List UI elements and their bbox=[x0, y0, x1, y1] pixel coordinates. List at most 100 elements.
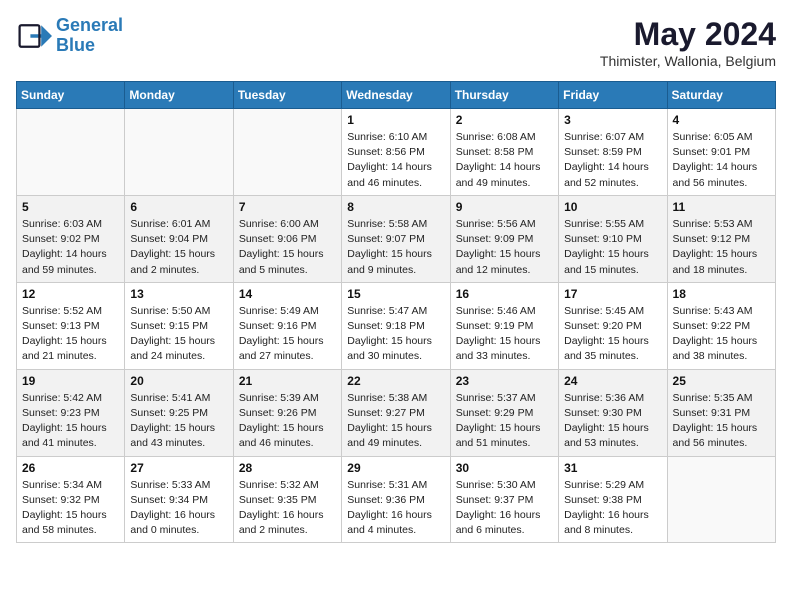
calendar-cell: 24 Sunrise: 5:36 AM Sunset: 9:30 PM Dayli… bbox=[559, 369, 667, 456]
day-number: 22 bbox=[347, 374, 444, 388]
logo-general: General bbox=[56, 15, 123, 35]
day-info: Sunrise: 6:07 AM Sunset: 8:59 PM Dayligh… bbox=[564, 130, 661, 191]
day-info: Sunrise: 5:47 AM Sunset: 9:18 PM Dayligh… bbox=[347, 304, 444, 365]
calendar-cell bbox=[233, 109, 341, 196]
calendar-cell: 29 Sunrise: 5:31 AM Sunset: 9:36 PM Dayli… bbox=[342, 456, 450, 543]
calendar-cell: 9 Sunrise: 5:56 AM Sunset: 9:09 PM Daylig… bbox=[450, 195, 558, 282]
day-info: Sunrise: 6:00 AM Sunset: 9:06 PM Dayligh… bbox=[239, 217, 336, 278]
day-number: 19 bbox=[22, 374, 119, 388]
weekday-header-saturday: Saturday bbox=[667, 82, 775, 109]
day-info: Sunrise: 5:45 AM Sunset: 9:20 PM Dayligh… bbox=[564, 304, 661, 365]
calendar-cell: 11Sunrise: 5:53 AM Sunset: 9:12 PM Dayli… bbox=[667, 195, 775, 282]
calendar-cell: 27 Sunrise: 5:33 AM Sunset: 9:34 PM Dayli… bbox=[125, 456, 233, 543]
calendar-week-row: 19 Sunrise: 5:42 AM Sunset: 9:23 PM Dayli… bbox=[17, 369, 776, 456]
day-number: 3 bbox=[564, 113, 661, 127]
calendar-cell: 17 Sunrise: 5:45 AM Sunset: 9:20 PM Dayli… bbox=[559, 282, 667, 369]
day-number: 15 bbox=[347, 287, 444, 301]
day-number: 30 bbox=[456, 461, 553, 475]
day-number: 29 bbox=[347, 461, 444, 475]
day-number: 9 bbox=[456, 200, 553, 214]
calendar-cell: 6 Sunrise: 6:01 AM Sunset: 9:04 PM Daylig… bbox=[125, 195, 233, 282]
day-number: 12 bbox=[22, 287, 119, 301]
day-number: 1 bbox=[347, 113, 444, 127]
day-number: 5 bbox=[22, 200, 119, 214]
month-year: May 2024 bbox=[600, 16, 776, 53]
day-info: Sunrise: 5:36 AM Sunset: 9:30 PM Dayligh… bbox=[564, 391, 661, 452]
day-info: Sunrise: 6:05 AM Sunset: 9:01 PM Dayligh… bbox=[673, 130, 770, 191]
calendar-cell: 2Sunrise: 6:08 AM Sunset: 8:58 PM Daylig… bbox=[450, 109, 558, 196]
page-header: General Blue May 2024 Thimister, Walloni… bbox=[16, 16, 776, 69]
day-number: 24 bbox=[564, 374, 661, 388]
day-number: 21 bbox=[239, 374, 336, 388]
weekday-header-wednesday: Wednesday bbox=[342, 82, 450, 109]
day-info: Sunrise: 5:39 AM Sunset: 9:26 PM Dayligh… bbox=[239, 391, 336, 452]
logo: General Blue bbox=[16, 16, 123, 56]
calendar-table: SundayMondayTuesdayWednesdayThursdayFrid… bbox=[16, 81, 776, 543]
day-number: 26 bbox=[22, 461, 119, 475]
logo-blue: Blue bbox=[56, 35, 95, 55]
day-number: 10 bbox=[564, 200, 661, 214]
calendar-cell: 21 Sunrise: 5:39 AM Sunset: 9:26 PM Dayli… bbox=[233, 369, 341, 456]
day-info: Sunrise: 5:29 AM Sunset: 9:38 PM Dayligh… bbox=[564, 478, 661, 539]
calendar-cell: 8Sunrise: 5:58 AM Sunset: 9:07 PM Daylig… bbox=[342, 195, 450, 282]
calendar-cell: 14 Sunrise: 5:49 AM Sunset: 9:16 PM Dayli… bbox=[233, 282, 341, 369]
calendar-cell: 7 Sunrise: 6:00 AM Sunset: 9:06 PM Daylig… bbox=[233, 195, 341, 282]
day-info: Sunrise: 6:10 AM Sunset: 8:56 PM Dayligh… bbox=[347, 130, 444, 191]
calendar-week-row: 12 Sunrise: 5:52 AM Sunset: 9:13 PM Dayli… bbox=[17, 282, 776, 369]
day-number: 8 bbox=[347, 200, 444, 214]
day-info: Sunrise: 6:01 AM Sunset: 9:04 PM Dayligh… bbox=[130, 217, 227, 278]
day-info: Sunrise: 5:49 AM Sunset: 9:16 PM Dayligh… bbox=[239, 304, 336, 365]
day-info: Sunrise: 5:33 AM Sunset: 9:34 PM Dayligh… bbox=[130, 478, 227, 539]
calendar-cell: 18Sunrise: 5:43 AM Sunset: 9:22 PM Dayli… bbox=[667, 282, 775, 369]
calendar-cell: 3 Sunrise: 6:07 AM Sunset: 8:59 PM Daylig… bbox=[559, 109, 667, 196]
day-info: Sunrise: 5:41 AM Sunset: 9:25 PM Dayligh… bbox=[130, 391, 227, 452]
day-info: Sunrise: 5:52 AM Sunset: 9:13 PM Dayligh… bbox=[22, 304, 119, 365]
day-info: Sunrise: 5:35 AM Sunset: 9:31 PM Dayligh… bbox=[673, 391, 770, 452]
calendar-cell: 16 Sunrise: 5:46 AM Sunset: 9:19 PM Dayli… bbox=[450, 282, 558, 369]
calendar-cell: 28 Sunrise: 5:32 AM Sunset: 9:35 PM Dayli… bbox=[233, 456, 341, 543]
day-number: 31 bbox=[564, 461, 661, 475]
weekday-header-tuesday: Tuesday bbox=[233, 82, 341, 109]
location: Thimister, Wallonia, Belgium bbox=[600, 53, 776, 69]
calendar-cell: 1 Sunrise: 6:10 AM Sunset: 8:56 PM Daylig… bbox=[342, 109, 450, 196]
calendar-cell: 22 Sunrise: 5:38 AM Sunset: 9:27 PM Dayli… bbox=[342, 369, 450, 456]
day-info: Sunrise: 5:32 AM Sunset: 9:35 PM Dayligh… bbox=[239, 478, 336, 539]
weekday-header-friday: Friday bbox=[559, 82, 667, 109]
day-number: 25 bbox=[673, 374, 770, 388]
calendar-cell bbox=[17, 109, 125, 196]
day-number: 16 bbox=[456, 287, 553, 301]
calendar-cell bbox=[667, 456, 775, 543]
day-info: Sunrise: 5:38 AM Sunset: 9:27 PM Dayligh… bbox=[347, 391, 444, 452]
logo-icon bbox=[16, 18, 52, 54]
calendar-cell: 4Sunrise: 6:05 AM Sunset: 9:01 PM Daylig… bbox=[667, 109, 775, 196]
day-number: 17 bbox=[564, 287, 661, 301]
day-info: Sunrise: 6:03 AM Sunset: 9:02 PM Dayligh… bbox=[22, 217, 119, 278]
day-number: 11 bbox=[673, 200, 770, 214]
calendar-week-row: 1 Sunrise: 6:10 AM Sunset: 8:56 PM Daylig… bbox=[17, 109, 776, 196]
day-info: Sunrise: 5:30 AM Sunset: 9:37 PM Dayligh… bbox=[456, 478, 553, 539]
calendar-cell: 30 Sunrise: 5:30 AM Sunset: 9:37 PM Dayli… bbox=[450, 456, 558, 543]
day-info: Sunrise: 5:56 AM Sunset: 9:09 PM Dayligh… bbox=[456, 217, 553, 278]
calendar-cell: 19 Sunrise: 5:42 AM Sunset: 9:23 PM Dayli… bbox=[17, 369, 125, 456]
day-info: Sunrise: 5:55 AM Sunset: 9:10 PM Dayligh… bbox=[564, 217, 661, 278]
calendar-cell: 25 Sunrise: 5:35 AM Sunset: 9:31 PM Dayli… bbox=[667, 369, 775, 456]
day-number: 13 bbox=[130, 287, 227, 301]
day-number: 20 bbox=[130, 374, 227, 388]
day-info: Sunrise: 5:31 AM Sunset: 9:36 PM Dayligh… bbox=[347, 478, 444, 539]
day-info: Sunrise: 5:42 AM Sunset: 9:23 PM Dayligh… bbox=[22, 391, 119, 452]
calendar-week-row: 5 Sunrise: 6:03 AM Sunset: 9:02 PM Daylig… bbox=[17, 195, 776, 282]
day-info: Sunrise: 5:46 AM Sunset: 9:19 PM Dayligh… bbox=[456, 304, 553, 365]
day-number: 28 bbox=[239, 461, 336, 475]
weekday-header-monday: Monday bbox=[125, 82, 233, 109]
day-info: Sunrise: 6:08 AM Sunset: 8:58 PM Dayligh… bbox=[456, 130, 553, 191]
calendar-cell: 10 Sunrise: 5:55 AM Sunset: 9:10 PM Dayli… bbox=[559, 195, 667, 282]
weekday-header-sunday: Sunday bbox=[17, 82, 125, 109]
day-number: 6 bbox=[130, 200, 227, 214]
day-info: Sunrise: 5:34 AM Sunset: 9:32 PM Dayligh… bbox=[22, 478, 119, 539]
day-number: 27 bbox=[130, 461, 227, 475]
calendar-cell: 23Sunrise: 5:37 AM Sunset: 9:29 PM Dayli… bbox=[450, 369, 558, 456]
day-number: 14 bbox=[239, 287, 336, 301]
calendar-cell: 5 Sunrise: 6:03 AM Sunset: 9:02 PM Daylig… bbox=[17, 195, 125, 282]
day-number: 7 bbox=[239, 200, 336, 214]
calendar-cell: 13Sunrise: 5:50 AM Sunset: 9:15 PM Dayli… bbox=[125, 282, 233, 369]
